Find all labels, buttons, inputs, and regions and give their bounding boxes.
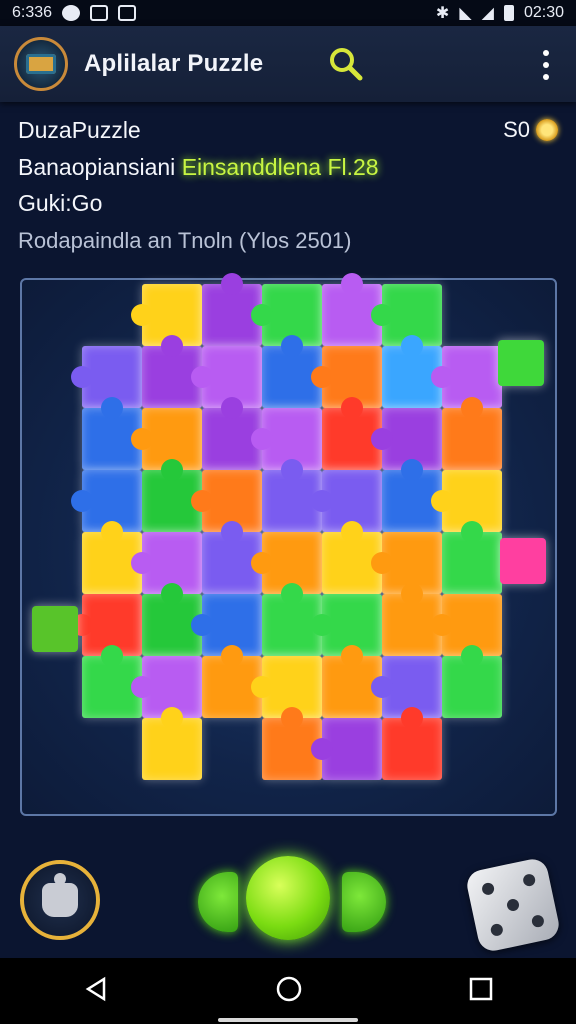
puzzle-piece-tab xyxy=(251,428,273,450)
puzzle-piece-tab xyxy=(191,490,213,512)
puzzle-piece-tab xyxy=(131,428,153,450)
puzzle-piece-tab xyxy=(281,583,303,605)
status-bar: 6:336 ✱ ◣ ◢ 02:30 xyxy=(0,0,576,26)
puzzle-piece-tab xyxy=(191,366,213,388)
notification-icon xyxy=(62,5,81,21)
puzzle-piece-tab xyxy=(221,645,243,667)
status-right: ✱ ◣ ◢ 02:30 xyxy=(436,3,564,23)
puzzle-piece-tab xyxy=(221,273,243,295)
puzzle-piece-tab xyxy=(311,738,333,760)
puzzle-piece[interactable] xyxy=(311,718,382,780)
puzzle-piece-tab xyxy=(221,397,243,419)
puzzle-mode: Guki:Go xyxy=(18,190,103,216)
puzzle-piece-tab xyxy=(101,397,123,419)
dice-icon[interactable] xyxy=(464,856,562,954)
nav-bar xyxy=(0,958,576,1024)
more-vert-icon[interactable] xyxy=(540,50,552,80)
puzzle-piece-tab xyxy=(281,707,303,729)
loose-puzzle-piece[interactable] xyxy=(500,538,546,584)
puzzle-piece-tab xyxy=(431,490,453,512)
puzzle-piece-tab xyxy=(131,552,153,574)
puzzle-description: Rodapaindla an Tnoln (Ylos 2501) xyxy=(18,228,352,253)
score: S0 xyxy=(503,117,558,143)
left-half-button[interactable] xyxy=(198,872,238,932)
puzzle-piece-tab xyxy=(341,645,363,667)
battery-icon xyxy=(503,5,514,21)
puzzle-piece-tab xyxy=(101,645,123,667)
puzzle-piece-tab xyxy=(281,459,303,481)
recents-icon[interactable] xyxy=(468,976,494,1007)
puzzle-piece-tab xyxy=(161,583,183,605)
puzzle-piece-tab xyxy=(71,490,93,512)
puzzle-piece[interactable] xyxy=(382,707,442,780)
wifi-icon: ◣ xyxy=(459,5,472,22)
subtitle-highlight: Einsanddlena Fl.28 xyxy=(181,154,379,180)
go-button[interactable] xyxy=(246,856,330,940)
home-icon[interactable] xyxy=(274,974,304,1009)
puzzle-board[interactable] xyxy=(20,273,557,816)
puzzle-piece-tab xyxy=(161,459,183,481)
puzzle-piece-tab xyxy=(341,397,363,419)
puzzle-piece-tab xyxy=(371,428,393,450)
puzzle-piece-tab xyxy=(251,676,273,698)
puzzle-piece-tab xyxy=(401,459,423,481)
puzzle-piece-tab xyxy=(311,366,333,388)
image-icon xyxy=(90,5,109,21)
status-time-right: 02:30 xyxy=(523,4,564,21)
puzzle-piece[interactable] xyxy=(442,397,502,470)
puzzle-piece-tab xyxy=(251,304,273,326)
puzzle-piece-tab xyxy=(371,676,393,698)
puzzle-piece-tab xyxy=(401,335,423,357)
bluetooth-icon: ✱ xyxy=(435,5,450,22)
puzzle-piece-tab xyxy=(341,521,363,543)
loose-puzzle-piece[interactable] xyxy=(498,340,544,386)
puzzle-piece-tab xyxy=(461,645,483,667)
right-half-button[interactable] xyxy=(342,872,386,932)
game-info: DuzaPuzzle S0 Banaopiansiani Einsanddlen… xyxy=(18,114,558,260)
puzzle-piece-tab xyxy=(191,614,213,636)
puzzle-piece[interactable] xyxy=(442,521,502,594)
subtitle-prefix: Banaopiansiani xyxy=(18,154,176,180)
puzzle-piece-tab xyxy=(281,335,303,357)
status-left: 6:336 xyxy=(12,4,137,22)
signal-icon: ◢ xyxy=(481,5,494,22)
puzzle-piece-tab xyxy=(371,304,393,326)
puzzle-piece-tab xyxy=(71,366,93,388)
status-time-left: 6:336 xyxy=(12,4,53,21)
game-name: DuzaPuzzle xyxy=(18,116,141,143)
back-icon[interactable] xyxy=(82,975,110,1008)
app-bar: Aplilalar Puzzle xyxy=(0,26,576,102)
puzzle-piece-tab xyxy=(221,521,243,543)
search-icon[interactable] xyxy=(326,44,366,84)
puzzle-piece-tab xyxy=(431,366,453,388)
puzzle-piece-tab xyxy=(371,552,393,574)
puzzle-piece-tab xyxy=(461,397,483,419)
puzzle-piece[interactable] xyxy=(442,645,502,718)
puzzle-piece-tab xyxy=(431,614,453,636)
puzzle-piece-tab xyxy=(401,583,423,605)
loose-puzzle-piece[interactable] xyxy=(32,606,78,652)
puzzle-piece-tab xyxy=(341,273,363,295)
game-controls xyxy=(0,842,576,954)
puzzle-piece-tab xyxy=(461,521,483,543)
puzzle-piece[interactable] xyxy=(142,707,202,780)
puzzle-piece-tab xyxy=(311,614,333,636)
puzzle-piece-tab xyxy=(101,521,123,543)
score-value: S0 xyxy=(503,117,530,142)
puzzle-piece-tab xyxy=(401,707,423,729)
puzzle-subtitle: Banaopiansiani Einsanddlena Fl.28 xyxy=(18,154,558,186)
gesture-bar xyxy=(218,1018,358,1022)
puzzle-piece-tab xyxy=(161,335,183,357)
gear-icon xyxy=(536,119,558,141)
puzzle-piece-tab xyxy=(161,707,183,729)
hint-icon[interactable] xyxy=(20,860,100,940)
puzzle-piece-tab xyxy=(251,552,273,574)
puzzle-piece-tab xyxy=(131,304,153,326)
robot-icon xyxy=(118,5,137,21)
puzzle-piece-tab xyxy=(131,676,153,698)
app-title: Aplilalar Puzzle xyxy=(84,50,264,77)
app-logo-icon[interactable] xyxy=(14,37,68,91)
puzzle-piece-tab xyxy=(311,490,333,512)
